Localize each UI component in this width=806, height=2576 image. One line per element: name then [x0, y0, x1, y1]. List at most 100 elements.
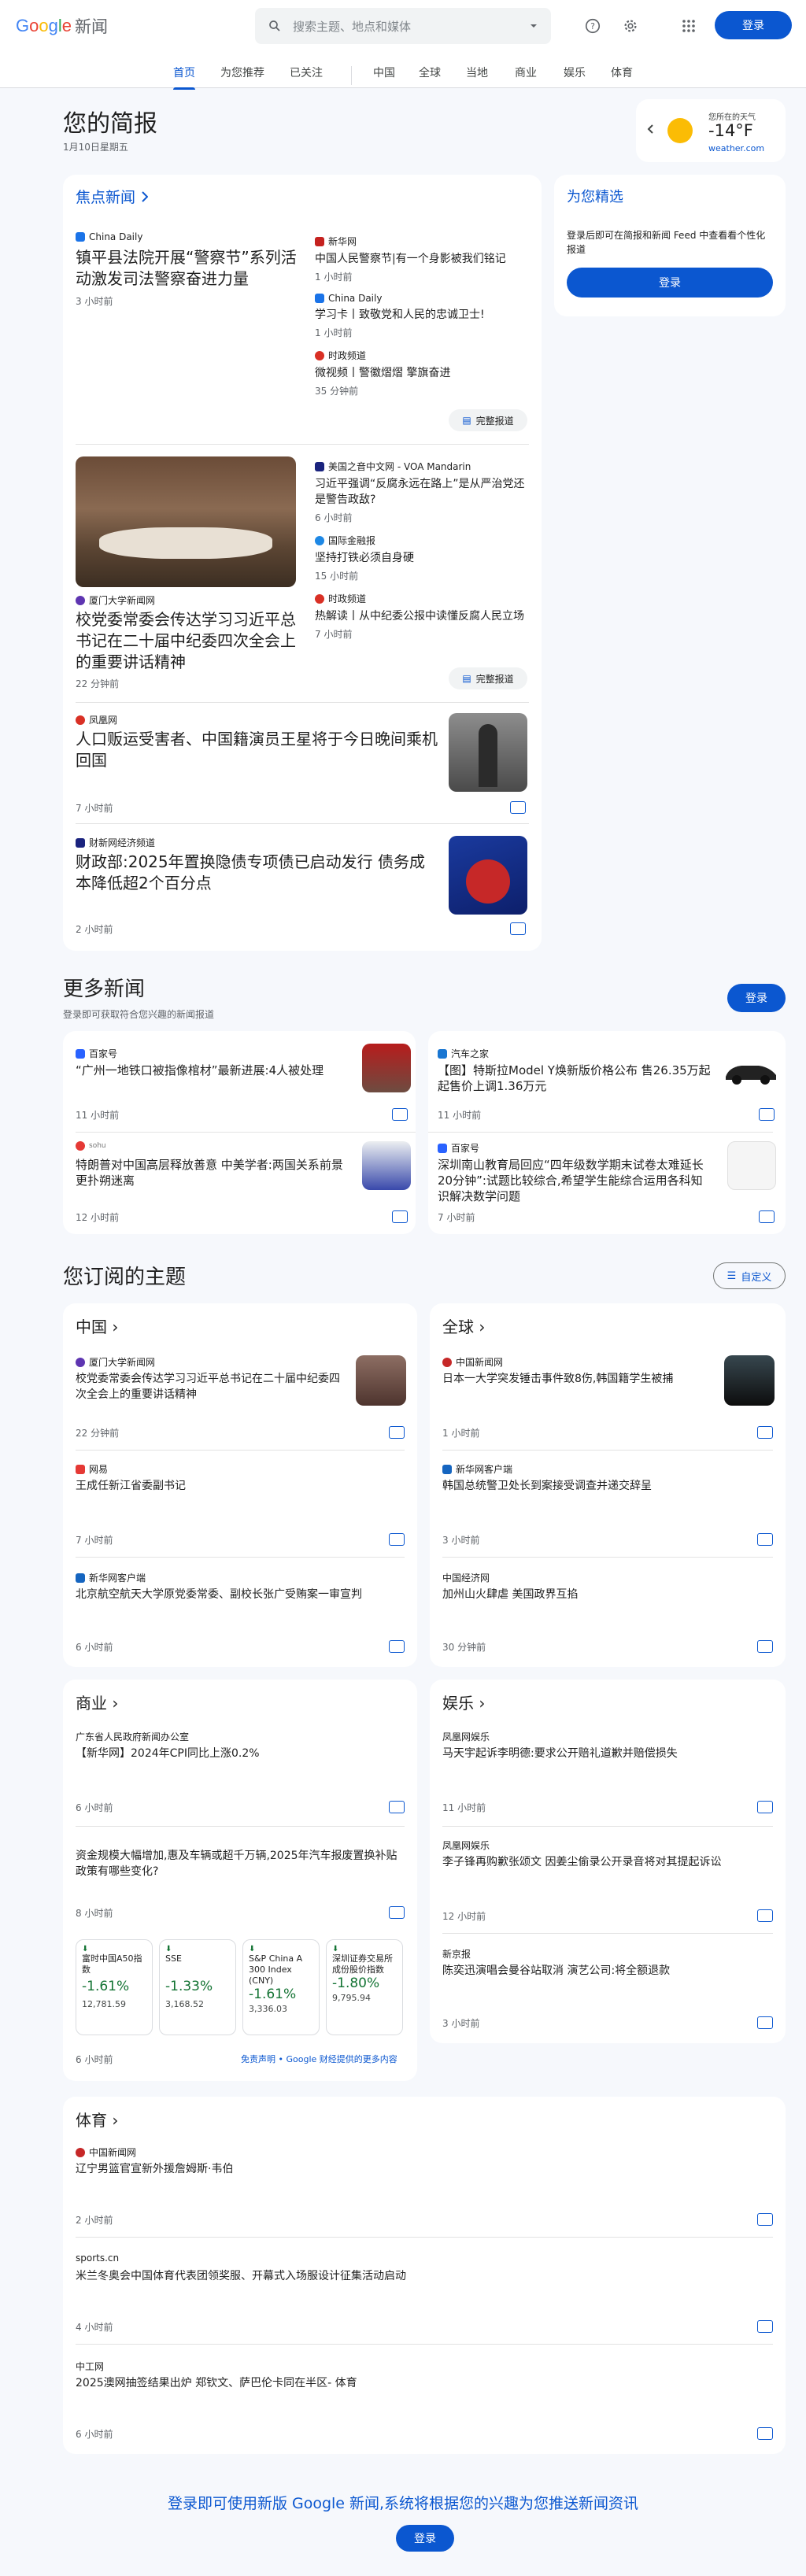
search-input[interactable]: 搜索主题、地点和媒体	[293, 18, 529, 35]
stock-tile[interactable]: ⬇ S&P China A 300 Index (CNY) -1.61% 3,336.…	[242, 1939, 320, 2035]
item-headline[interactable]: 【图】特斯拉Model Y焕新版价格公布 售26.35万起 起售价上调1.36万…	[438, 1063, 713, 1094]
source-logo-icon	[76, 1141, 85, 1151]
tab-for-you[interactable]: 为您推荐	[220, 65, 264, 80]
story2-headline[interactable]: 校党委常委会传达学习习近平总书记在二十届中纪委四次全会上的重要讲话精神	[76, 609, 304, 673]
share-coverage-icon[interactable]	[389, 1801, 405, 1813]
settings-gear-icon[interactable]	[620, 16, 641, 36]
share-coverage-icon[interactable]	[757, 2213, 773, 2226]
apps-grid-icon[interactable]	[678, 16, 699, 36]
share-coverage-icon[interactable]	[510, 922, 526, 935]
source-logo-icon	[438, 1143, 447, 1153]
item-image[interactable]	[724, 1355, 775, 1406]
signin-button[interactable]: 登录	[715, 11, 792, 39]
tab-sports[interactable]: 体育	[611, 65, 633, 80]
tab-home[interactable]: 首页	[173, 65, 195, 90]
item-headline[interactable]: 辽宁男篮官宣新外援詹姆斯·韦伯	[76, 2161, 752, 2177]
share-coverage-icon[interactable]	[757, 2427, 773, 2440]
share-coverage-icon[interactable]	[389, 1640, 405, 1653]
share-coverage-icon[interactable]	[757, 1909, 773, 1922]
share-coverage-icon[interactable]	[510, 801, 526, 814]
more-news-signin-button[interactable]: 登录	[727, 984, 786, 1012]
item-image[interactable]	[727, 1141, 776, 1190]
share-coverage-icon[interactable]	[389, 1533, 405, 1546]
item-image[interactable]	[721, 1050, 779, 1089]
side-headline[interactable]: 热解读丨从中纪委公报中读懂反腐人民立场	[315, 608, 527, 624]
disclaimer-link[interactable]: 免责声明 • Google 财经提供的更多内容	[241, 2053, 397, 2065]
share-coverage-icon[interactable]	[759, 1210, 775, 1223]
topic-world-title[interactable]: 全球 ›	[442, 1314, 485, 1337]
topic-china-title[interactable]: 中国 ›	[76, 1314, 118, 1337]
item-image[interactable]	[362, 1044, 411, 1092]
share-coverage-icon[interactable]	[757, 1533, 773, 1546]
share-coverage-icon[interactable]	[389, 1426, 405, 1439]
item-image[interactable]	[356, 1355, 406, 1406]
story4-headline[interactable]: 财政部:2025年置换隐债专项债已启动发行 债务成本降低超2个百分点	[76, 852, 438, 894]
help-icon[interactable]: ?	[582, 16, 603, 36]
dropdown-arrow-icon[interactable]	[529, 21, 538, 31]
tab-china[interactable]: 中国	[373, 65, 395, 80]
full-coverage-button[interactable]: ▤ 完整报道	[449, 409, 527, 431]
item-headline[interactable]: 陈奕迅演唱会曼谷站取消 演艺公司:将全额退款	[442, 1963, 757, 1979]
item-headline[interactable]: “广州一地铁口被指像棺材”最新进展:4人被处理	[76, 1063, 349, 1078]
search-box[interactable]: 搜索主题、地点和媒体	[255, 8, 551, 44]
tab-entertainment[interactable]: 娱乐	[564, 65, 586, 80]
item-headline[interactable]: 韩国总统警卫处长到案接受调查并递交辞呈	[442, 1478, 757, 1494]
side-headline[interactable]: 坚持打铁必须自身硬	[315, 550, 527, 566]
share-coverage-icon[interactable]	[757, 1640, 773, 1653]
item-time: 11 小时前	[442, 1802, 486, 1813]
side-headline[interactable]: 中国人民警察节|有一个身影被我们铭记	[315, 251, 527, 267]
share-coverage-icon[interactable]	[392, 1108, 408, 1121]
item-headline[interactable]: 王成任新江省委副书记	[76, 1478, 390, 1494]
stock-tile[interactable]: ⬇ 深圳证券交易所成份股价指数 -1.80% 9,795.94	[326, 1939, 403, 2035]
story2-image[interactable]	[76, 456, 296, 587]
top-stories-title[interactable]: 焦点新闻	[76, 186, 149, 207]
full-coverage-button[interactable]: ▤ 完整报道	[449, 667, 527, 689]
picks-signin-button[interactable]: 登录	[567, 268, 773, 298]
story1-headline[interactable]: 镇平县法院开展“警察节”系列活动激发司法警察奋进力量	[76, 247, 304, 290]
stock-tile[interactable]: ⬇ 富时中国A50指数 -1.61% 12,781.59	[76, 1939, 153, 2035]
weather-source-link[interactable]: weather.com	[708, 143, 764, 153]
footer-signin-button[interactable]: 登录	[396, 2525, 454, 2552]
story4-image[interactable]	[449, 836, 527, 915]
share-coverage-icon[interactable]	[757, 1801, 773, 1813]
share-coverage-icon[interactable]	[757, 2320, 773, 2333]
customize-button[interactable]: ☰ 自定义	[713, 1262, 786, 1289]
tab-following[interactable]: 已关注	[290, 65, 323, 80]
weather-widget[interactable]: 您所在的天气 -14°F weather.com	[636, 99, 786, 162]
item-headline[interactable]: 特朗普对中国高层释放善意 中美学者:两国关系前景更扑朔迷离	[76, 1157, 349, 1188]
side-headline[interactable]: 微视频丨警徽熠熠 擎旗奋进	[315, 365, 527, 381]
item-image[interactable]	[362, 1141, 411, 1190]
chevron-left-icon[interactable]	[647, 124, 655, 134]
share-coverage-icon[interactable]	[757, 2016, 773, 2029]
item-headline[interactable]: 北京航空航天大学原党委常委、副校长张广受贿案一审宣判	[76, 1587, 406, 1602]
source-name: 时政频道	[328, 350, 367, 361]
item-headline[interactable]: 【新华网】2024年CPI同比上涨0.2%	[76, 1746, 390, 1761]
item-source: 中国新闻网	[442, 1355, 503, 1369]
item-headline[interactable]: 校党委常委会传达学习习近平总书记在二十届中纪委四次全会上的重要讲话精神	[76, 1371, 343, 1403]
item-headline[interactable]: 加州山火肆虐 美国政界互掐	[442, 1587, 773, 1602]
share-coverage-icon[interactable]	[759, 1108, 775, 1121]
item-headline[interactable]: 2025澳网抽签结果出炉 郑钦文、萨巴伦卡同在半区- 体育	[76, 2375, 752, 2391]
item-headline[interactable]: 马天宇起诉李明德:要求公开赔礼道歉并赔偿损失	[442, 1746, 757, 1761]
source-name: 中国新闻网	[89, 2147, 137, 2158]
share-coverage-icon[interactable]	[389, 1906, 405, 1919]
item-headline[interactable]: 深圳南山教育局回应“四年级数学期末试卷太难延长20分钟”:试题比较综合,希望学生…	[438, 1157, 713, 1204]
side-headline[interactable]: 习近平强调“反腐永远在路上”是从严治党还是警告政敌?	[315, 476, 527, 508]
topic-ent-title[interactable]: 娱乐 ›	[442, 1691, 485, 1713]
story3-image[interactable]	[449, 713, 527, 792]
topic-business-title[interactable]: 商业 ›	[76, 1691, 118, 1713]
tab-local[interactable]: 当地	[466, 65, 488, 80]
item-headline[interactable]: 米兰冬奥会中国体育代表团领奖服、开幕式入场服设计征集活动启动	[76, 2268, 752, 2284]
topic-sports-title[interactable]: 体育 ›	[76, 2108, 118, 2131]
share-coverage-icon[interactable]	[392, 1210, 408, 1223]
tab-business[interactable]: 商业	[515, 65, 537, 80]
item-headline[interactable]: 资金规模大幅增加,惠及车辆或超千万辆,2025年汽车报废置换补贴政策有哪些变化?	[76, 1848, 398, 1879]
tab-world[interactable]: 全球	[419, 65, 441, 80]
share-coverage-icon[interactable]	[757, 1426, 773, 1439]
story3-headline[interactable]: 人口贩运受害者、中国籍演员王星将于今日晚间乘机回国	[76, 729, 446, 771]
google-news-logo[interactable]: Google 新闻	[16, 14, 108, 38]
item-headline[interactable]: 日本一大学突发锤击事件致8伤,韩国籍学生被捕	[442, 1371, 710, 1387]
item-headline[interactable]: 李子锋再购歉张颂文 因姜尘偷录公开录音将对其提起诉讼	[442, 1854, 757, 1870]
stock-tile[interactable]: ⬇ SSE -1.33% 3,168.52	[159, 1939, 236, 2035]
side-headline[interactable]: 学习卡丨致敬党和人民的忠诚卫士!	[315, 307, 527, 323]
